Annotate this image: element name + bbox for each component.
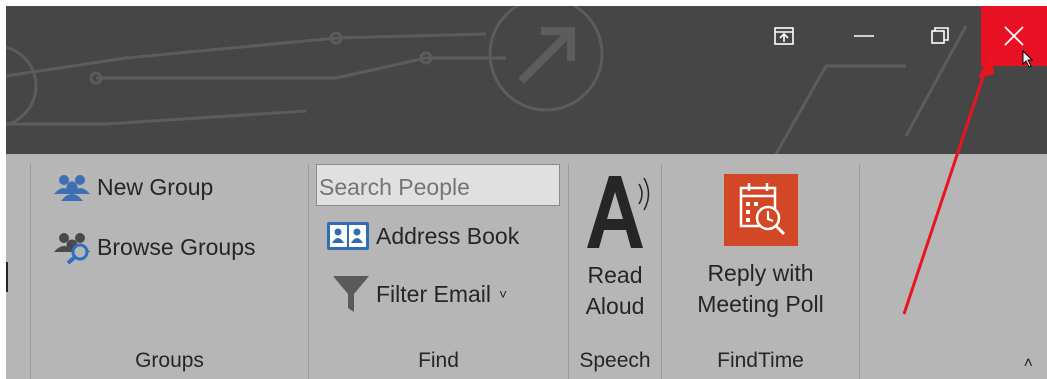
annotation-arrow — [902, 50, 994, 315]
app-window: New Group Browse Groups Groups Find Sear… — [6, 6, 1047, 379]
